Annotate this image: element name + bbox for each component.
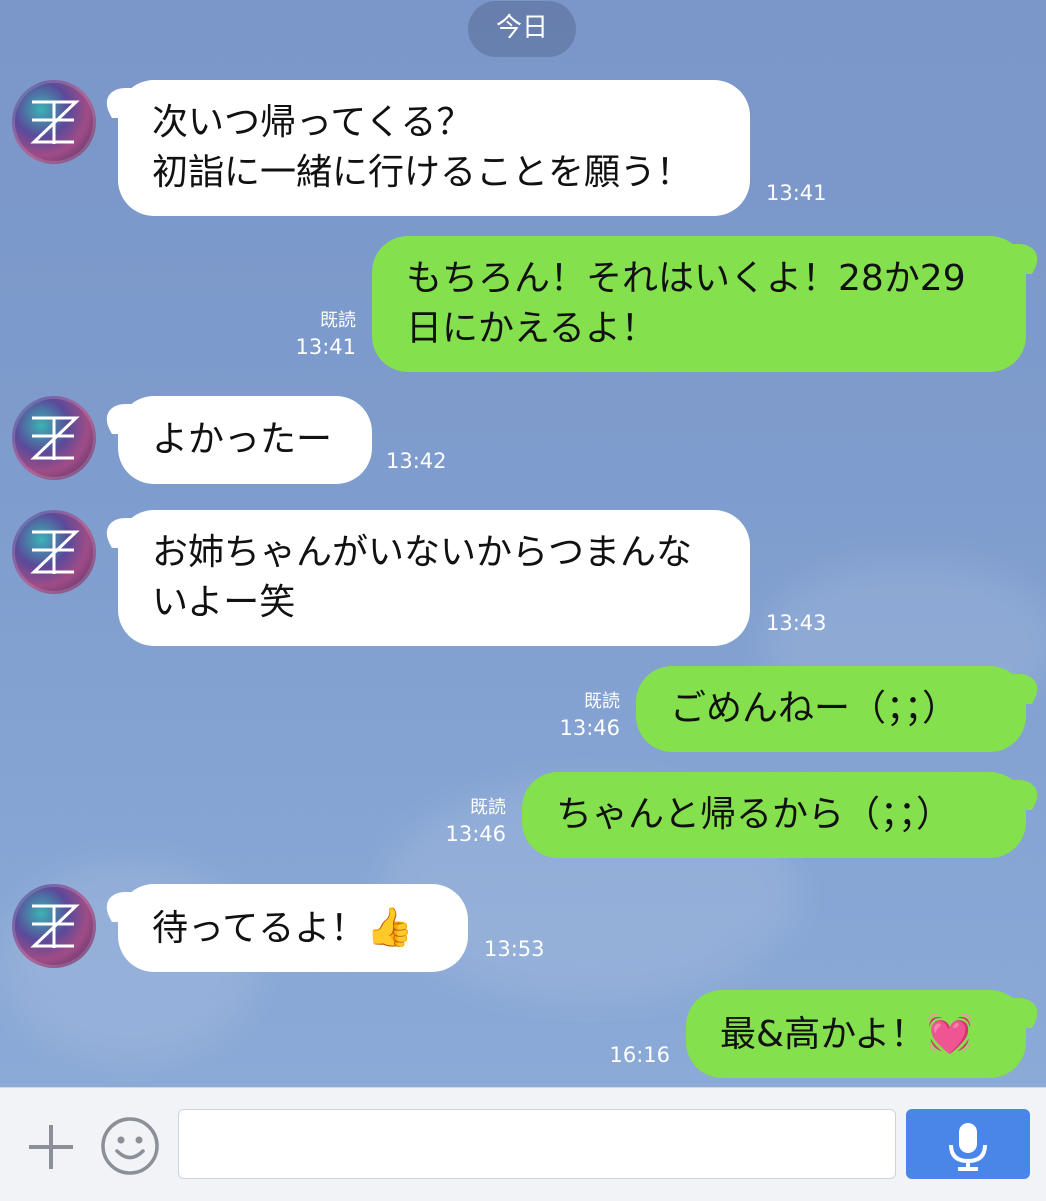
message-bubble-outgoing[interactable]: ごめんねー（；；） <box>636 666 1026 752</box>
read-receipt: 既読 <box>470 797 506 818</box>
avatar-logo-icon <box>30 904 80 948</box>
message-bubble-incoming[interactable]: よかったー <box>118 396 372 484</box>
message-text-line: 待ってるよ！👍 <box>152 902 434 954</box>
message-text: 待ってるよ！ <box>152 908 367 949</box>
message-timestamp: 13:46 <box>559 716 620 740</box>
message-meta: 既読 13:41 <box>295 307 356 361</box>
message-bubble-incoming[interactable]: 次いつ帰ってくる？ 初詣に一緒に行けることを願う！ <box>118 80 750 216</box>
avatar-logo-icon <box>30 530 80 574</box>
message-text: 最&高かよ！ <box>720 1014 927 1055</box>
message-text-line: もちろん！それはいくよ！28か29 <box>406 258 966 299</box>
message-meta: 既読 13:46 <box>559 688 620 742</box>
thumbs-up-icon: 👍 <box>366 905 414 949</box>
message-text-line: ごめんねー（；；） <box>670 688 959 729</box>
message-text-line: お姉ちゃんがいないからつまんな <box>152 532 693 573</box>
message-timestamp: 13:46 <box>445 822 506 846</box>
message-text-line: 初詣に一緒に行けることを願う！ <box>152 152 693 193</box>
message-bubble-incoming[interactable]: 待ってるよ！👍 <box>118 884 468 972</box>
read-receipt: 既読 <box>320 310 356 331</box>
message-text-line: ちゃんと帰るから（；；） <box>556 794 953 835</box>
avatar-logo-icon <box>30 100 80 144</box>
plus-icon[interactable] <box>26 1122 76 1172</box>
avatar-logo-icon <box>30 416 80 460</box>
message-timestamp: 13:42 <box>386 449 447 473</box>
message-text-line: 最&高かよ！💓 <box>720 1008 992 1060</box>
message-text-line: いよー笑 <box>152 582 296 623</box>
read-receipt: 既読 <box>584 691 620 712</box>
message-bubble-outgoing[interactable]: もちろん！それはいくよ！28か29 日にかえるよ！ <box>372 236 1026 372</box>
message-timestamp: 13:41 <box>295 335 356 359</box>
contact-avatar[interactable] <box>12 884 96 968</box>
date-separator: 今日 <box>468 1 576 57</box>
voice-message-button[interactable] <box>906 1109 1030 1179</box>
contact-avatar[interactable] <box>12 510 96 594</box>
message-bubble-incoming[interactable]: お姉ちゃんがいないからつまんな いよー笑 <box>118 510 750 646</box>
message-composer <box>0 1087 1046 1201</box>
contact-avatar[interactable] <box>12 396 96 480</box>
microphone-icon <box>949 1123 987 1171</box>
message-text-line: 次いつ帰ってくる？ <box>152 102 473 143</box>
message-bubble-outgoing[interactable]: 最&高かよ！💓 <box>686 990 1026 1078</box>
message-timestamp: 16:16 <box>609 1043 670 1067</box>
message-timestamp: 13:43 <box>766 611 827 635</box>
heart-icon: 💓 <box>926 1011 974 1055</box>
message-meta: 既読 13:46 <box>445 794 506 848</box>
contact-avatar[interactable] <box>12 80 96 164</box>
message-timestamp: 13:41 <box>766 181 827 205</box>
message-text-line: よかったー <box>152 419 333 460</box>
message-timestamp: 13:53 <box>484 937 545 961</box>
smiley-icon[interactable] <box>100 1116 160 1176</box>
message-input[interactable] <box>178 1109 896 1179</box>
message-text-line: 日にかえるよ！ <box>406 308 657 349</box>
message-bubble-outgoing[interactable]: ちゃんと帰るから（；；） <box>522 772 1026 858</box>
